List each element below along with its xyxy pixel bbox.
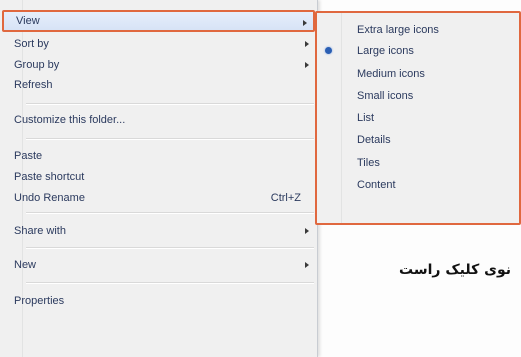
menu-separator xyxy=(26,282,314,284)
submenu-arrow-icon xyxy=(305,228,309,234)
screenshot-stage: View Sort by Group by Refresh Customize … xyxy=(0,0,521,357)
submenu-arrow-icon xyxy=(305,62,309,68)
menu-item-view[interactable]: View xyxy=(2,10,315,32)
submenu-item-label: Details xyxy=(357,134,391,146)
menu-item-label: Paste xyxy=(14,150,43,162)
submenu-item-label: Extra large icons xyxy=(357,24,439,36)
submenu-item-large-icons[interactable]: Large icons xyxy=(317,40,519,62)
submenu-item-small-icons[interactable]: Small icons xyxy=(317,85,519,107)
menu-item-properties[interactable]: Properties xyxy=(2,290,315,312)
menu-item-share-with[interactable]: Share with xyxy=(2,220,315,242)
menu-item-shortcut: Ctrl+Z xyxy=(270,192,301,204)
menu-item-group-by[interactable]: Group by xyxy=(2,54,315,76)
menu-item-refresh[interactable]: Refresh xyxy=(2,74,315,96)
menu-item-label: Paste shortcut xyxy=(14,171,85,183)
context-menu: View Sort by Group by Refresh Customize … xyxy=(0,0,318,357)
submenu-arrow-icon xyxy=(305,262,309,268)
submenu-arrow-icon xyxy=(305,41,309,47)
menu-separator xyxy=(26,247,314,249)
menu-item-label: Customize this folder... xyxy=(14,114,126,126)
radio-bullet-icon xyxy=(325,47,332,54)
menu-separator xyxy=(26,212,314,214)
menu-separator xyxy=(26,103,314,105)
menu-item-paste-shortcut[interactable]: Paste shortcut xyxy=(2,166,315,188)
submenu-item-label: Large icons xyxy=(357,45,414,57)
submenu-item-label: Tiles xyxy=(357,157,380,169)
submenu-item-label: Content xyxy=(357,179,396,191)
submenu-item-label: List xyxy=(357,112,375,124)
submenu-arrow-icon xyxy=(303,20,307,26)
menu-item-undo-rename[interactable]: Undo Rename Ctrl+Z xyxy=(2,187,315,209)
menu-item-label: New xyxy=(14,259,37,271)
submenu-item-label: Medium icons xyxy=(357,68,425,80)
menu-item-label: Properties xyxy=(14,295,65,307)
submenu-item-tiles[interactable]: Tiles xyxy=(317,152,519,174)
submenu-item-medium-icons[interactable]: Medium icons xyxy=(317,63,519,85)
menu-item-label: Share with xyxy=(14,225,66,237)
submenu-item-details[interactable]: Details xyxy=(317,129,519,151)
menu-item-label: Refresh xyxy=(14,79,53,91)
caption-text: نوی کلیک راست xyxy=(399,262,511,278)
menu-item-label: Sort by xyxy=(14,38,49,50)
menu-item-sort-by[interactable]: Sort by xyxy=(2,33,315,55)
submenu-item-list[interactable]: List xyxy=(317,107,519,129)
menu-item-new[interactable]: New xyxy=(2,254,315,276)
menu-item-label: Group by xyxy=(14,59,60,71)
menu-item-paste[interactable]: Paste xyxy=(2,145,315,167)
menu-separator xyxy=(26,138,314,140)
view-submenu: Extra large icons Large icons Medium ico… xyxy=(315,11,521,225)
submenu-item-content[interactable]: Content xyxy=(317,174,519,196)
menu-item-customize-folder[interactable]: Customize this folder... xyxy=(2,109,315,131)
submenu-item-extra-large-icons[interactable]: Extra large icons xyxy=(317,19,519,41)
menu-item-label: View xyxy=(16,15,40,27)
submenu-item-label: Small icons xyxy=(357,90,414,102)
